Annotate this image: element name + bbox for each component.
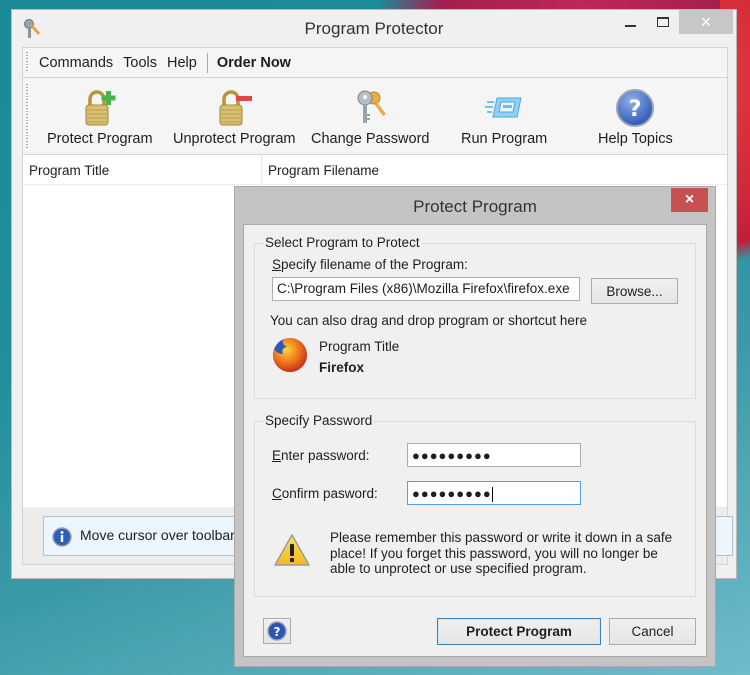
close-icon: ×	[684, 191, 695, 208]
cancel-button[interactable]: Cancel	[609, 618, 696, 645]
menu-order-now[interactable]: Order Now	[217, 55, 291, 71]
select-program-group: Select Program to Protect Specify filena…	[254, 235, 696, 399]
menu-help[interactable]: Help	[167, 55, 197, 71]
menu-commands[interactable]: Commands	[39, 55, 113, 71]
firefox-icon	[272, 338, 307, 372]
program-title-value: Firefox	[319, 360, 365, 375]
protect-program-confirm-button[interactable]: Protect Program	[437, 618, 601, 645]
minimize-icon	[624, 25, 636, 27]
text-caret	[491, 487, 493, 503]
dialog-title: Protect Program	[413, 197, 537, 216]
close-button[interactable]: ×	[679, 10, 733, 34]
filename-input[interactable]: C:\Program Files (x86)\Mozilla Firefox\f…	[272, 277, 580, 301]
password-group: Specify Password Enter password: ●●●●●●●…	[254, 413, 696, 597]
dialog-help-button[interactable]: ?	[263, 618, 291, 644]
info-icon	[52, 527, 72, 547]
svg-text:?: ?	[274, 625, 281, 639]
confirm-password-label-text: onfirm pasword:	[281, 486, 378, 501]
confirm-password-value: ●●●●●●●●●	[412, 486, 492, 501]
run-program-label: Run Program	[461, 131, 548, 147]
help-topics-button[interactable]: ? Help Topics	[598, 78, 673, 154]
column-header-program-title[interactable]: Program Title	[23, 155, 262, 185]
run-program-button[interactable]: Run Program	[461, 78, 547, 154]
warning-line-3: able to unprotect or use specified progr…	[330, 561, 587, 576]
menu-tools[interactable]: Tools	[123, 55, 157, 71]
enter-password-label: Enter password:	[272, 448, 370, 463]
minimize-button[interactable]	[612, 10, 648, 34]
warning-line-1: Please remember this password or write i…	[330, 530, 673, 545]
lock-remove-icon	[219, 90, 253, 126]
toolbar: Protect Program Unprotect Program Change…	[22, 77, 728, 155]
select-program-group-label: Select Program to Protect	[263, 235, 422, 250]
drag-drop-hint: You can also drag and drop program or sh…	[270, 313, 587, 328]
confirm-password-label: Confirm pasword:	[272, 486, 378, 501]
warning-line-2: place! If you forget this password, you …	[330, 545, 658, 561]
warning-icon	[274, 534, 310, 566]
enter-password-label-text: nter password:	[281, 448, 370, 463]
enter-password-mnemonic: E	[272, 448, 282, 463]
browse-button[interactable]: Browse...	[591, 278, 678, 304]
filename-label: Specify filename of the Program:	[272, 257, 468, 272]
close-icon: ×	[700, 11, 712, 32]
filename-label-text: pecify filename of the Program:	[281, 257, 468, 272]
unprotect-program-button[interactable]: Unprotect Program	[173, 78, 296, 154]
svg-text:?: ?	[629, 97, 642, 122]
help-topics-label: Help Topics	[598, 131, 673, 147]
filename-label-mnemonic: S	[272, 257, 282, 272]
maximize-icon	[657, 17, 669, 27]
enter-password-input[interactable]: ●●●●●●●●●	[407, 443, 581, 467]
unprotect-program-label: Unprotect Program	[173, 131, 296, 147]
keys-icon	[357, 90, 387, 123]
dialog-body: Select Program to Protect Specify filena…	[243, 224, 707, 657]
password-warning: Please remember this password or write i…	[330, 530, 672, 577]
menu-separator	[206, 52, 208, 73]
status-text: Move cursor over toolbar but	[80, 527, 259, 543]
menu-bar: Commands Tools Help Order Now	[22, 47, 728, 77]
list-header: Program Title Program Filename	[23, 155, 727, 185]
protect-program-button[interactable]: Protect Program	[47, 78, 153, 154]
maximize-button[interactable]	[648, 10, 678, 34]
protect-program-label: Protect Program	[47, 131, 153, 147]
help-icon: ?	[616, 89, 655, 127]
dialog-close-button[interactable]: ×	[671, 188, 708, 212]
password-group-label: Specify Password	[263, 413, 375, 428]
program-title-label: Program Title	[319, 339, 400, 354]
run-program-icon	[485, 97, 522, 118]
help-icon: ?	[267, 621, 287, 641]
protect-program-dialog: Protect Program × Select Program to Prot…	[234, 186, 716, 667]
confirm-password-mnemonic: C	[272, 486, 282, 501]
title-bar: Program Protector ×	[12, 10, 736, 46]
menu-grip[interactable]	[26, 52, 28, 73]
column-header-program-filename[interactable]: Program Filename	[262, 155, 562, 185]
toolbar-grip[interactable]	[26, 84, 28, 148]
lock-add-icon	[85, 90, 116, 126]
change-password-button[interactable]: Change Password	[311, 78, 430, 154]
change-password-label: Change Password	[311, 131, 430, 147]
confirm-password-input[interactable]: ●●●●●●●●●	[407, 481, 581, 505]
